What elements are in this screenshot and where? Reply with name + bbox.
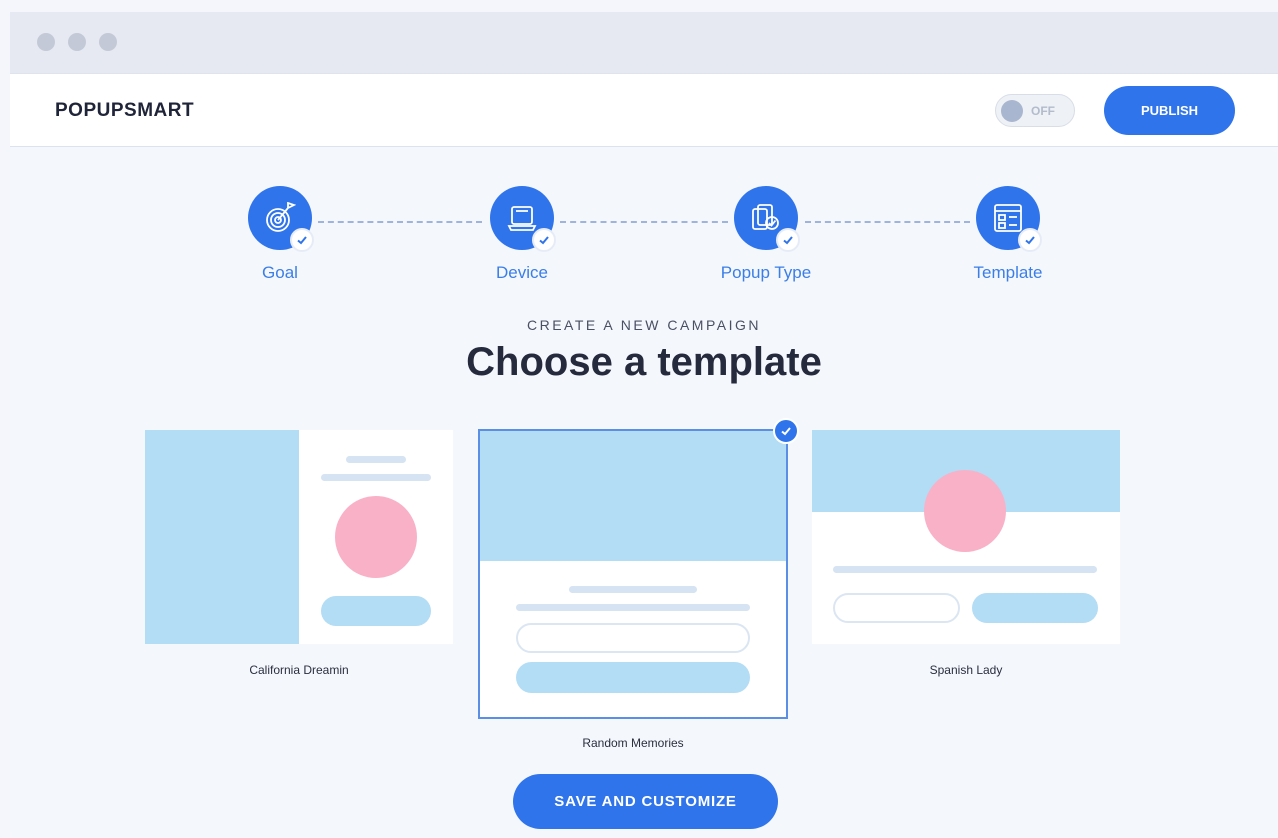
step-popup-type[interactable] <box>734 186 800 252</box>
preview-button <box>321 596 431 626</box>
selected-check-icon <box>773 418 799 444</box>
brand-logo[interactable]: POPUPSMART <box>55 100 194 122</box>
target-icon <box>266 202 296 232</box>
template-card-random-memories[interactable] <box>478 429 788 719</box>
step-connector <box>318 221 482 223</box>
preview-input <box>516 623 750 653</box>
window-maximize-dot[interactable] <box>99 33 117 51</box>
preview-image-block <box>145 430 299 644</box>
step-device[interactable] <box>490 186 556 252</box>
page-title: Choose a template <box>466 340 822 384</box>
save-and-customize-button[interactable]: SAVE AND CUSTOMIZE <box>513 774 778 829</box>
step-label-template[interactable]: Template <box>938 263 1078 283</box>
template-name[interactable]: Spanish Lady <box>811 663 1121 677</box>
step-template[interactable] <box>976 186 1042 252</box>
template-icon <box>994 204 1022 232</box>
step-label-goal[interactable]: Goal <box>210 263 350 283</box>
preview-image-circle <box>924 470 1006 552</box>
window-titlebar <box>10 12 1278 74</box>
preview-image-block <box>480 431 786 561</box>
step-connector <box>560 221 728 223</box>
toggle-knob <box>1001 100 1023 122</box>
step-label-popup-type[interactable]: Popup Type <box>696 263 836 283</box>
preview-heading-bar <box>569 586 697 593</box>
browser-window: POPUPSMART OFF PUBLISH Goal Device Popup… <box>10 12 1278 838</box>
step-check-icon <box>532 228 556 252</box>
preview-button <box>516 662 750 693</box>
toggle-label: OFF <box>1031 104 1055 118</box>
step-check-icon <box>1018 228 1042 252</box>
preview-input <box>833 593 960 623</box>
template-name[interactable]: California Dreamin <box>144 663 454 677</box>
popup-type-icon <box>752 204 779 230</box>
template-card-spanish-lady[interactable] <box>812 430 1120 644</box>
step-connector <box>805 221 970 223</box>
window-close-dot[interactable] <box>37 33 55 51</box>
monitor-icon <box>507 206 537 231</box>
step-check-icon <box>290 228 314 252</box>
step-goal[interactable] <box>248 186 314 252</box>
preview-text-bar <box>516 604 750 611</box>
app-header: POPUPSMART OFF PUBLISH <box>10 74 1278 147</box>
template-card-california-dreamin[interactable] <box>145 430 453 644</box>
page-subtitle: CREATE A NEW CAMPAIGN <box>526 317 761 333</box>
preview-text-bar <box>321 474 431 481</box>
window-minimize-dot[interactable] <box>68 33 86 51</box>
preview-image-circle <box>335 496 417 578</box>
step-check-icon <box>776 228 800 252</box>
template-name[interactable]: Random Memories <box>478 736 788 750</box>
publish-button[interactable]: PUBLISH <box>1104 86 1235 135</box>
preview-button <box>972 593 1098 623</box>
preview-heading-bar <box>346 456 406 463</box>
step-label-device[interactable]: Device <box>452 263 592 283</box>
campaign-status-toggle[interactable]: OFF <box>995 94 1075 127</box>
preview-text-bar <box>833 566 1097 573</box>
